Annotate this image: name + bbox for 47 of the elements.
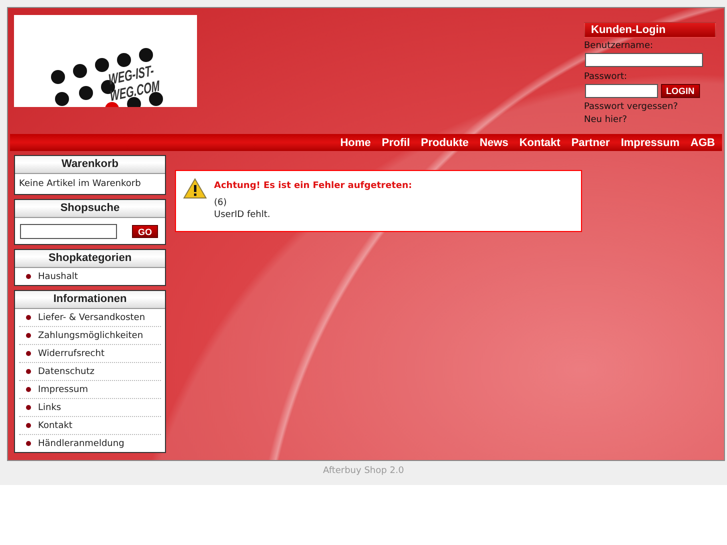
search-field[interactable] <box>20 224 117 239</box>
sidebar-link[interactable]: Datenschutz <box>38 366 95 376</box>
box-title: Shopsuche <box>15 200 165 218</box>
bullet-icon <box>26 315 31 320</box>
sidebar-link[interactable]: Haushalt <box>38 272 78 282</box>
login-button[interactable]: LOGIN <box>661 84 700 98</box>
nav-link[interactable]: Produkte <box>420 136 469 148</box>
password-field[interactable] <box>585 84 658 98</box>
login-link[interactable]: Passwort vergessen? <box>584 101 716 113</box>
sidebar-link[interactable]: Widerrufsrecht <box>38 348 104 358</box>
bullet-icon <box>26 333 31 338</box>
warning-icon <box>183 178 207 199</box>
sidebar-link[interactable]: Impressum <box>38 384 88 394</box>
field-label: Passwort: <box>584 71 628 83</box>
nav-link[interactable]: Partner <box>571 136 610 148</box>
box-title: Warenkorb <box>15 156 165 174</box>
go-button[interactable]: GO <box>132 225 158 238</box>
box-text: Keine Artikel im Warenkorb <box>18 178 142 191</box>
sidebar-link[interactable]: Links <box>38 402 62 412</box>
error-message: UserID fehlt. <box>214 209 272 221</box>
sidebar-link[interactable]: Liefer- & Versandkosten <box>38 312 146 322</box>
error-title: Achtung! Es ist ein Fehler aufgetreten: <box>214 181 412 191</box>
logo-text: WEG-IST-WEG.COM <box>108 62 162 106</box>
nav-link[interactable]: Home <box>340 136 371 148</box>
bullet-icon <box>26 351 31 356</box>
username-field[interactable] <box>585 53 703 67</box>
login-link[interactable]: Neu hier? <box>584 114 716 126</box>
sidebar-link[interactable]: Kontakt <box>38 420 72 430</box>
nav-link[interactable]: Impressum <box>620 136 680 148</box>
box-title: Informationen <box>15 291 165 309</box>
box-title: Shopkategorien <box>15 250 165 268</box>
bullet-icon <box>26 441 31 446</box>
nav-link[interactable]: Profil <box>382 136 410 148</box>
nav-link[interactable]: AGB <box>690 136 715 148</box>
sidebar-link[interactable]: Händleranmeldung <box>38 438 124 448</box>
nav-link[interactable]: Kontakt <box>519 136 560 148</box>
footer-text: Afterbuy Shop 2.0 <box>322 465 406 476</box>
error-message: (6) <box>214 197 228 209</box>
nav-link[interactable]: News <box>480 136 508 148</box>
bullet-icon <box>26 387 31 392</box>
bullet-icon <box>26 369 31 374</box>
login-title: Kunden-Login <box>584 22 716 38</box>
bullet-icon <box>26 405 31 410</box>
field-label: Benutzername: <box>584 40 654 52</box>
bullet-icon <box>26 423 31 428</box>
sidebar-link[interactable]: Zahlungsmöglichkeiten <box>38 330 144 340</box>
bullet-icon <box>26 274 31 279</box>
